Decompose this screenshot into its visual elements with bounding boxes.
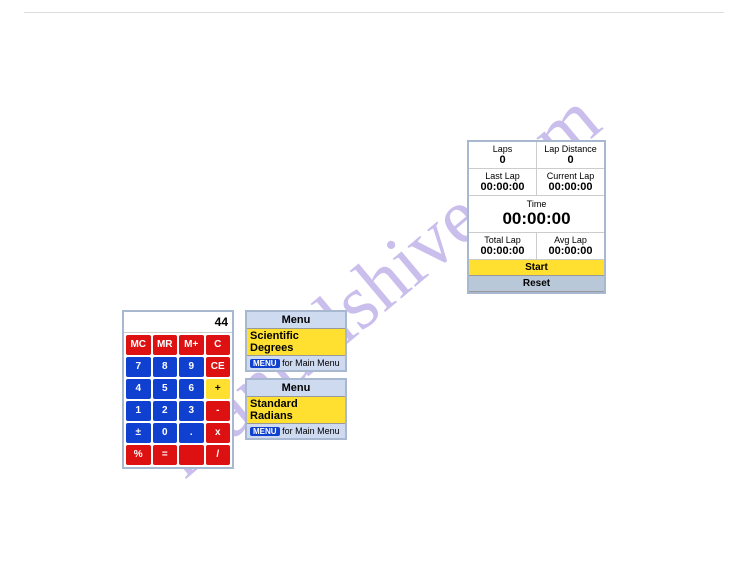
dist-value: 0 <box>537 154 604 166</box>
calc-key-MR[interactable]: MR <box>153 335 178 355</box>
calc-key-9[interactable]: 9 <box>179 357 204 377</box>
calc-display: 44 <box>124 312 232 333</box>
calc-key-M+[interactable]: M+ <box>179 335 204 355</box>
calc-key-2[interactable]: 2 <box>153 401 178 421</box>
menu-item[interactable]: StandardRadians <box>247 396 345 424</box>
divider <box>24 12 724 13</box>
calc-key-1[interactable]: 1 <box>126 401 151 421</box>
totlap-value: 00:00:00 <box>469 245 536 257</box>
avglap-label: Avg Lap <box>537 235 604 245</box>
calc-key-MC[interactable]: MC <box>126 335 151 355</box>
start-button[interactable]: Start <box>469 260 604 276</box>
lastlap-label: Last Lap <box>469 171 536 181</box>
calc-key-x[interactable]: x <box>206 423 231 443</box>
calc-key-4[interactable]: 4 <box>126 379 151 399</box>
curlap-value: 00:00:00 <box>537 181 604 193</box>
calc-key-3[interactable]: 3 <box>179 401 204 421</box>
calc-key-blank[interactable] <box>179 445 204 465</box>
time-label: Time <box>469 199 604 209</box>
calc-key-+[interactable]: + <box>206 379 231 399</box>
calc-key-5[interactable]: 5 <box>153 379 178 399</box>
menu-item[interactable]: ScientificDegrees <box>247 328 345 356</box>
menu-standard: Menu StandardRadians MENU for Main Menu <box>245 378 347 440</box>
menu-scientific: Menu ScientificDegrees MENU for Main Men… <box>245 310 347 372</box>
calc-key-%[interactable]: % <box>126 445 151 465</box>
menu-button[interactable]: MENU <box>250 427 280 436</box>
menu-footer: MENU for Main Menu <box>247 356 345 370</box>
calc-key-.[interactable]: . <box>179 423 204 443</box>
menu-button[interactable]: MENU <box>250 359 280 368</box>
calc-key-7[interactable]: 7 <box>126 357 151 377</box>
calc-key-/[interactable]: / <box>206 445 231 465</box>
calc-key-CE[interactable]: CE <box>206 357 231 377</box>
calc-key-C[interactable]: C <box>206 335 231 355</box>
stopwatch: Laps0 Lap Distance0 Last Lap00:00:00 Cur… <box>467 140 606 294</box>
calculator: 44 MCMRM+C 789CE 456+123- ±0.x%= / <box>122 310 234 469</box>
laps-label: Laps <box>469 144 536 154</box>
reset-button[interactable]: Reset <box>469 276 604 292</box>
dist-label: Lap Distance <box>537 144 604 154</box>
calc-key-0[interactable]: 0 <box>153 423 178 443</box>
calc-key-=[interactable]: = <box>153 445 178 465</box>
calc-key--[interactable]: - <box>206 401 231 421</box>
calc-key-8[interactable]: 8 <box>153 357 178 377</box>
time-value: 00:00:00 <box>469 209 604 229</box>
calc-key-6[interactable]: 6 <box>179 379 204 399</box>
calc-key-±[interactable]: ± <box>126 423 151 443</box>
curlap-label: Current Lap <box>537 171 604 181</box>
totlap-label: Total Lap <box>469 235 536 245</box>
calc-keypad: MCMRM+C 789CE 456+123- ±0.x%= / <box>124 333 232 467</box>
lastlap-value: 00:00:00 <box>469 181 536 193</box>
avglap-value: 00:00:00 <box>537 245 604 257</box>
menu-header: Menu <box>247 312 345 328</box>
menu-header: Menu <box>247 380 345 396</box>
menu-footer: MENU for Main Menu <box>247 424 345 438</box>
laps-value: 0 <box>469 154 536 166</box>
